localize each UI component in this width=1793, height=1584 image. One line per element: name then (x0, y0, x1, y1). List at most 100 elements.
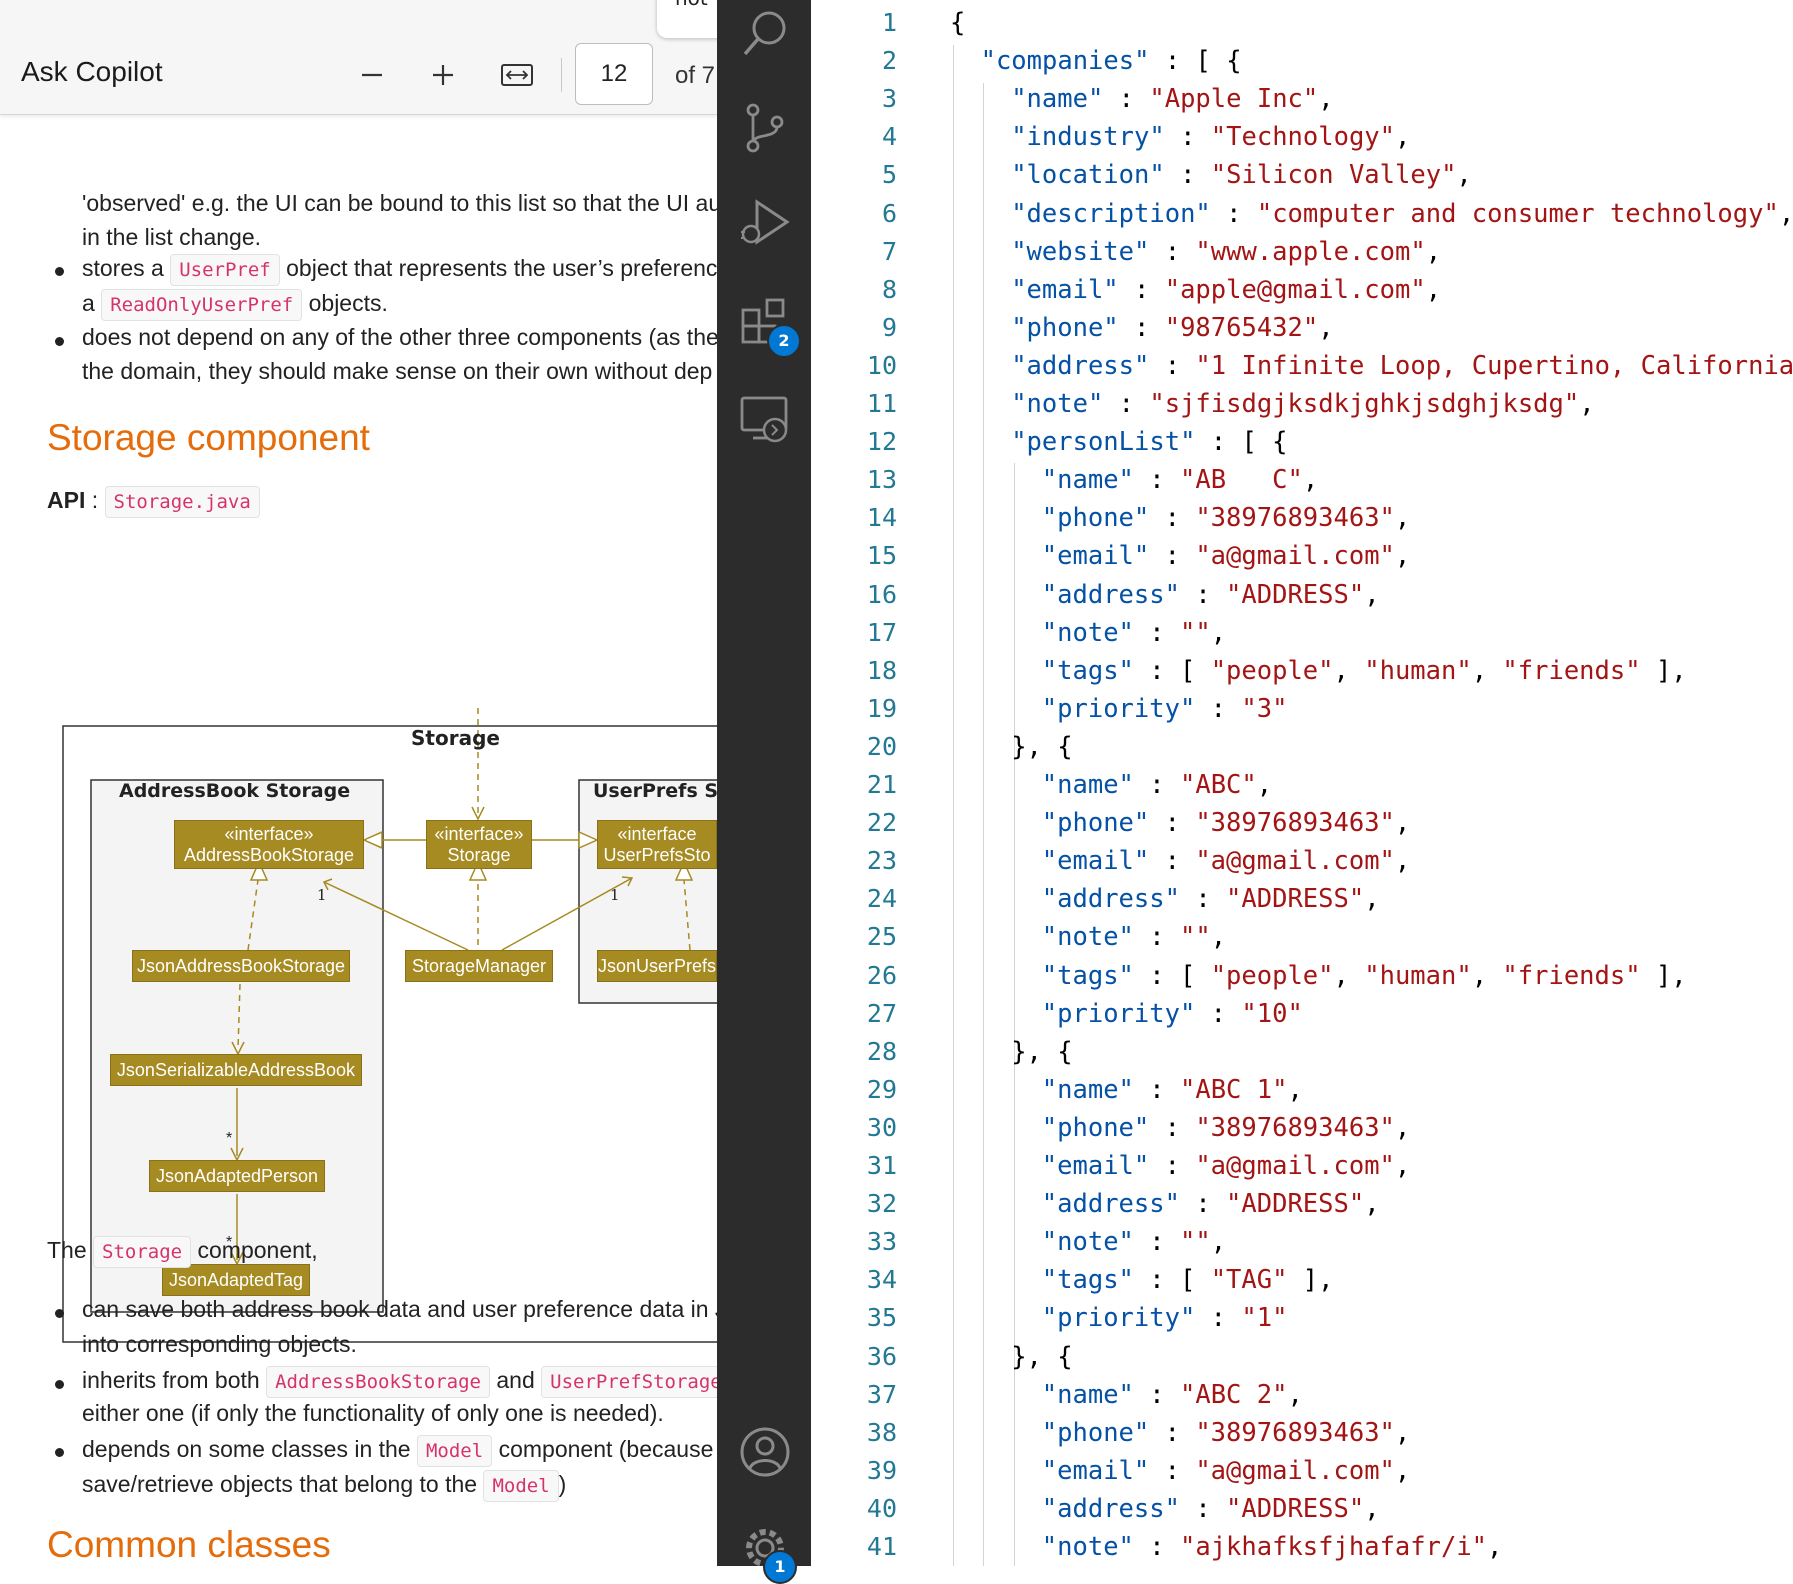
code-line[interactable]: "name" : "ABC", (1042, 766, 1272, 804)
json-punctuation: , (1395, 122, 1411, 153)
json-string: "human" (1364, 960, 1472, 991)
code-line[interactable]: "priority" : "3" (1042, 690, 1288, 728)
code-line[interactable]: "tags" : [ "TAG" ], (1042, 1261, 1334, 1299)
code-line[interactable]: "priority" : "10" (1042, 995, 1303, 1033)
code-line[interactable]: "email" : "a@gmail.com", (1042, 1452, 1410, 1490)
code-line[interactable]: "description" : "computer and consumer t… (1011, 195, 1793, 233)
json-punctuation: , (1394, 808, 1411, 839)
code-line[interactable]: "name" : "ABC 2", (1042, 1376, 1303, 1414)
code-line[interactable]: "address" : "ADDRESS", (1042, 1185, 1380, 1223)
json-string: "98765432" (1164, 312, 1319, 343)
json-string: "ajkhafksfjhafafr/i" (1179, 1532, 1488, 1562)
code-line[interactable]: "address" : "ADDRESS", (1042, 1490, 1380, 1528)
json-punctuation: : [ (1133, 655, 1211, 686)
source-control-icon[interactable] (739, 102, 791, 154)
ask-copilot-button[interactable]: Ask Copilot (21, 56, 163, 88)
code-line[interactable]: "phone" : "38976893463", (1042, 804, 1410, 842)
code-line[interactable]: "name" : "AB C", (1042, 461, 1318, 499)
code-line[interactable]: "email" : "a@gmail.com", (1042, 537, 1410, 575)
code-line[interactable]: "note" : "", (1042, 1223, 1226, 1261)
code-line[interactable]: "industry" : "Technology", (1011, 118, 1410, 156)
json-punctuation: , (1364, 1189, 1380, 1220)
code-line[interactable]: "phone" : "38976893463", (1042, 1109, 1410, 1147)
code-line[interactable]: "note" : "", (1042, 918, 1226, 956)
zoom-out-button[interactable] (352, 52, 392, 98)
package-label: AddressBook Storage (119, 780, 351, 802)
json-punctuation: ], (1287, 1265, 1334, 1296)
code-line[interactable]: "name" : "ABC 1", (1042, 1071, 1303, 1109)
zoom-in-button[interactable] (423, 52, 463, 98)
extensions-icon[interactable]: 2 (739, 296, 801, 358)
code-line[interactable]: "tags" : [ "people", "human", "friends" … (1042, 957, 1687, 995)
code-line[interactable]: "phone" : "38976893463", (1042, 499, 1410, 537)
code-line[interactable]: "note" : "ajkhafksfjhafafr/i", (1042, 1528, 1503, 1566)
json-string: "a@gmail.com" (1195, 1455, 1395, 1486)
class-name: Storage (447, 845, 511, 865)
json-string: "38976893463" (1195, 503, 1395, 534)
code-line[interactable]: "phone" : "98765432", (1011, 309, 1333, 347)
code-line[interactable]: "address" : "ADDRESS", (1042, 576, 1380, 614)
line-number: 41 (866, 1532, 897, 1561)
search-icon[interactable] (739, 8, 791, 60)
json-punctuation: , (1394, 503, 1411, 534)
api-label: API (47, 487, 86, 514)
code-line[interactable]: "priority" : "1" (1042, 1299, 1288, 1337)
text: stores a (82, 255, 164, 282)
json-punctuation: : [ { (1195, 427, 1288, 458)
json-key: "location" (1011, 160, 1165, 191)
page-number-input[interactable]: 12 (575, 43, 653, 105)
text: objects. (308, 290, 388, 317)
line-number: 40 (866, 1493, 897, 1523)
storage-java-link[interactable]: Storage.java (104, 486, 260, 518)
minus-icon (362, 73, 382, 77)
code-line[interactable]: }, { (1011, 728, 1072, 766)
code-line[interactable]: "note" : "", (1042, 614, 1226, 652)
pdf-viewer-pane: Ask Copilot 12 of 7 not 'observed' e.g. … (0, 0, 717, 1566)
run-debug-icon[interactable] (739, 198, 791, 250)
json-punctuation: , (1318, 84, 1334, 115)
code-line[interactable]: "note" : "sjfisdgjksdkjghkjsdghjksdg", (1011, 385, 1594, 423)
code-line[interactable]: "email" : "a@gmail.com", (1042, 1147, 1410, 1185)
code-line[interactable]: "location" : "Silicon Valley", (1011, 156, 1472, 194)
floating-tab[interactable]: not (657, 0, 717, 38)
json-punctuation: : (1149, 541, 1196, 572)
code-line[interactable]: "companies" : [ { (981, 42, 1242, 80)
bullet-line: the domain, they should make sense on th… (82, 358, 713, 384)
json-punctuation: : (1149, 1151, 1196, 1181)
json-punctuation: : (1149, 846, 1196, 877)
code-line[interactable]: "address" : "ADDRESS", (1042, 880, 1380, 918)
json-string: "10" (1241, 998, 1303, 1029)
json-string: "computer and consumer technology" (1256, 198, 1779, 229)
json-key: "priority" (1041, 998, 1196, 1029)
code-line[interactable]: { (950, 4, 965, 42)
code-line[interactable]: "email" : "apple@gmail.com", (1011, 271, 1441, 309)
json-string: "" (1179, 1227, 1211, 1258)
remote-explorer-icon[interactable] (739, 394, 791, 446)
code-line[interactable]: }, { (1011, 1338, 1072, 1376)
code-line[interactable]: "personList" : [ { (1011, 423, 1287, 461)
json-punctuation: , (1394, 846, 1411, 877)
bullet-dot (55, 337, 64, 346)
json-string: "AB C" (1179, 465, 1303, 496)
fit-width-button[interactable] (497, 52, 537, 98)
text: object that represents the user’s prefer… (286, 255, 717, 282)
settings-gear-icon[interactable]: 1 (739, 1522, 797, 1584)
code-line[interactable]: "address" : "1 Infinite Loop, Cupertino,… (1011, 347, 1793, 385)
line-number: 13 (866, 465, 897, 495)
jsonuserprefsstorage-class: JsonUserPrefs (597, 950, 717, 982)
line-number: 20 (866, 731, 897, 761)
line-number: 27 (866, 998, 897, 1028)
code-line[interactable]: "tags" : [ "people", "human", "friends" … (1042, 652, 1687, 690)
json-string: "Apple Inc" (1149, 84, 1319, 115)
code-line[interactable]: "website" : "www.apple.com", (1011, 233, 1441, 271)
json-key: "address" (1041, 579, 1180, 610)
code-line[interactable]: "phone" : "38976893463", (1042, 1414, 1410, 1452)
json-string: "Technology" (1210, 122, 1396, 153)
code-line[interactable]: "name" : "Apple Inc", (1011, 80, 1333, 118)
code-editor[interactable]: 1 2 3 4 5 6 7 8 9 10 11 12 13 14 15 16 17 18 19 20 21 22 23 24 2… (811, 0, 1793, 1566)
code-line[interactable]: "email" : "a@gmail.com", (1042, 842, 1410, 880)
class-name: UserPrefsSto (603, 845, 711, 865)
code-line[interactable]: }, { (1011, 1033, 1072, 1071)
storage-component-intro: The Storage component, (47, 1236, 318, 1268)
account-icon[interactable] (739, 1426, 791, 1478)
